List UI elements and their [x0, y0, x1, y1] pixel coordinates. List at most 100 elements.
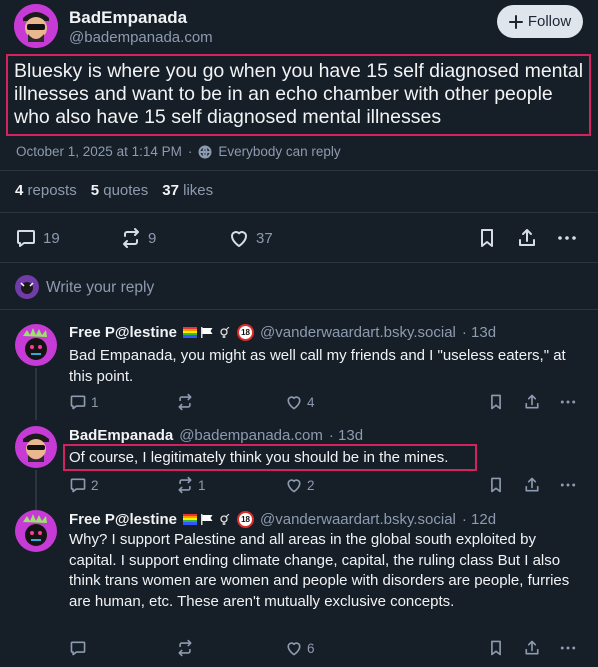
flag-badges — [183, 514, 231, 525]
repost-icon — [178, 476, 192, 494]
reply-repost-button[interactable]: 1 — [176, 476, 206, 494]
follow-label: Follow — [527, 13, 572, 30]
likes-stat[interactable]: 37 likes — [162, 182, 213, 199]
bookmark-icon — [491, 394, 501, 410]
reply-more-button[interactable] — [559, 476, 577, 494]
reply-more-button[interactable] — [559, 393, 577, 411]
reply-share-button[interactable] — [523, 639, 541, 657]
repost-icon — [178, 639, 192, 657]
reply-share-button[interactable] — [523, 393, 541, 411]
share-icon — [525, 477, 539, 492]
reply-time[interactable]: · 13d — [329, 427, 363, 444]
rainbow-flag-icon — [183, 514, 198, 525]
reply-author-name[interactable]: Free P@lestine — [69, 324, 177, 341]
author-avatar[interactable] — [14, 4, 58, 48]
age-18-badge: 18 — [237, 511, 255, 528]
reply-author-name[interactable]: Free P@lestine — [69, 511, 177, 528]
speech-bubble-icon — [17, 230, 35, 247]
heart-icon — [287, 479, 301, 493]
reply-count: 1 — [91, 394, 99, 410]
reply-avatar[interactable] — [15, 324, 57, 366]
speech-bubble-icon — [70, 478, 86, 493]
reply-avatar[interactable] — [15, 426, 57, 468]
reply-author-handle[interactable]: @badempanada.com — [179, 427, 323, 444]
reply-author-handle[interactable]: @vanderwaardart.bsky.social — [260, 324, 456, 341]
share-icon — [525, 394, 539, 409]
plus-icon — [508, 14, 523, 29]
reply-header: Free P@lestine 18 @vanderwaardart.bsky.s… — [69, 324, 496, 341]
reply-repost-button[interactable] — [176, 639, 194, 657]
reply-button[interactable]: 19 — [15, 227, 60, 249]
white-flag-icon — [201, 327, 213, 338]
like-count: 6 — [307, 640, 315, 656]
share-button[interactable] — [516, 227, 538, 249]
reply-bookmark-button[interactable] — [487, 639, 505, 657]
more-options-button[interactable] — [556, 227, 578, 249]
reply-reply-button[interactable]: 2 — [69, 476, 99, 494]
like-count: 4 — [307, 394, 315, 410]
ellipsis-icon — [560, 400, 576, 404]
age-18-badge: 18 — [237, 324, 255, 341]
reply-like-button[interactable]: 4 — [285, 393, 315, 411]
reposts-stat[interactable]: 4 reposts — [15, 182, 77, 199]
globe-icon — [198, 145, 212, 158]
rainbow-flag-icon — [183, 327, 198, 338]
author-name[interactable]: BadEmpanada — [69, 8, 187, 28]
reply-more-button[interactable] — [559, 639, 577, 657]
reply-input[interactable]: Write your reply — [46, 279, 154, 297]
quotes-stat[interactable]: 5 quotes — [91, 182, 149, 199]
reply-header: Free P@lestine 18 @vanderwaardart.bsky.s… — [69, 511, 496, 528]
divider — [0, 262, 598, 263]
reply-text: Of course, I legitimately think you shou… — [69, 449, 449, 466]
reply-author-name[interactable]: BadEmpanada — [69, 427, 173, 444]
repost-button[interactable]: 9 — [120, 227, 156, 249]
heart-icon — [287, 396, 301, 410]
reply-like-button[interactable]: 6 — [285, 639, 315, 657]
divider — [0, 212, 598, 213]
my-avatar — [15, 275, 39, 299]
reply-count: 2 — [91, 477, 99, 493]
repost-icon — [178, 393, 192, 411]
ellipsis-icon — [558, 236, 576, 240]
post-text: Bluesky is where you go when you have 15… — [14, 60, 584, 128]
like-count: 2 — [307, 477, 315, 493]
repost-count: 1 — [198, 477, 206, 493]
reply-reply-button[interactable] — [69, 639, 87, 657]
reply-bookmark-button[interactable] — [487, 393, 505, 411]
thread-line — [35, 470, 37, 510]
reply-reply-button[interactable]: 1 — [69, 393, 99, 411]
white-flag-icon — [201, 514, 213, 525]
post-timestamp[interactable]: October 1, 2025 at 1:14 PM — [16, 144, 182, 159]
author-handle[interactable]: @badempanada.com — [69, 29, 213, 46]
post-meta: October 1, 2025 at 1:14 PM · Everybody c… — [16, 144, 341, 159]
follow-button[interactable]: Follow — [497, 5, 583, 38]
thread-line — [35, 368, 37, 420]
divider — [0, 170, 598, 171]
reply-author-handle[interactable]: @vanderwaardart.bsky.social — [260, 511, 456, 528]
reply-time[interactable]: · 13d — [462, 324, 496, 341]
divider — [0, 309, 598, 310]
repost-icon — [123, 228, 139, 248]
reply-bookmark-button[interactable] — [487, 476, 505, 494]
like-button[interactable]: 37 — [228, 227, 273, 249]
bookmark-icon — [491, 640, 501, 656]
flag-badges — [183, 327, 231, 338]
share-icon — [525, 640, 539, 655]
repost-count: 9 — [148, 229, 157, 247]
reply-header: BadEmpanada @badempanada.com · 13d — [69, 427, 363, 444]
heart-icon — [287, 642, 301, 656]
reply-count: 19 — [43, 229, 60, 247]
reply-text: Bad Empanada, you might as well call my … — [69, 347, 566, 385]
reply-repost-button[interactable] — [176, 393, 194, 411]
reply-setting: Everybody can reply — [218, 144, 341, 159]
reply-avatar[interactable] — [15, 510, 57, 552]
reply-text: Why? I support Palestine and all areas i… — [69, 531, 570, 610]
bookmark-button[interactable] — [476, 227, 498, 249]
bookmark-icon — [481, 229, 493, 247]
heart-icon — [231, 231, 247, 247]
speech-bubble-icon — [70, 395, 86, 410]
reply-time[interactable]: · 12d — [462, 511, 496, 528]
reply-share-button[interactable] — [523, 476, 541, 494]
bookmark-icon — [491, 477, 501, 493]
reply-like-button[interactable]: 2 — [285, 476, 315, 494]
